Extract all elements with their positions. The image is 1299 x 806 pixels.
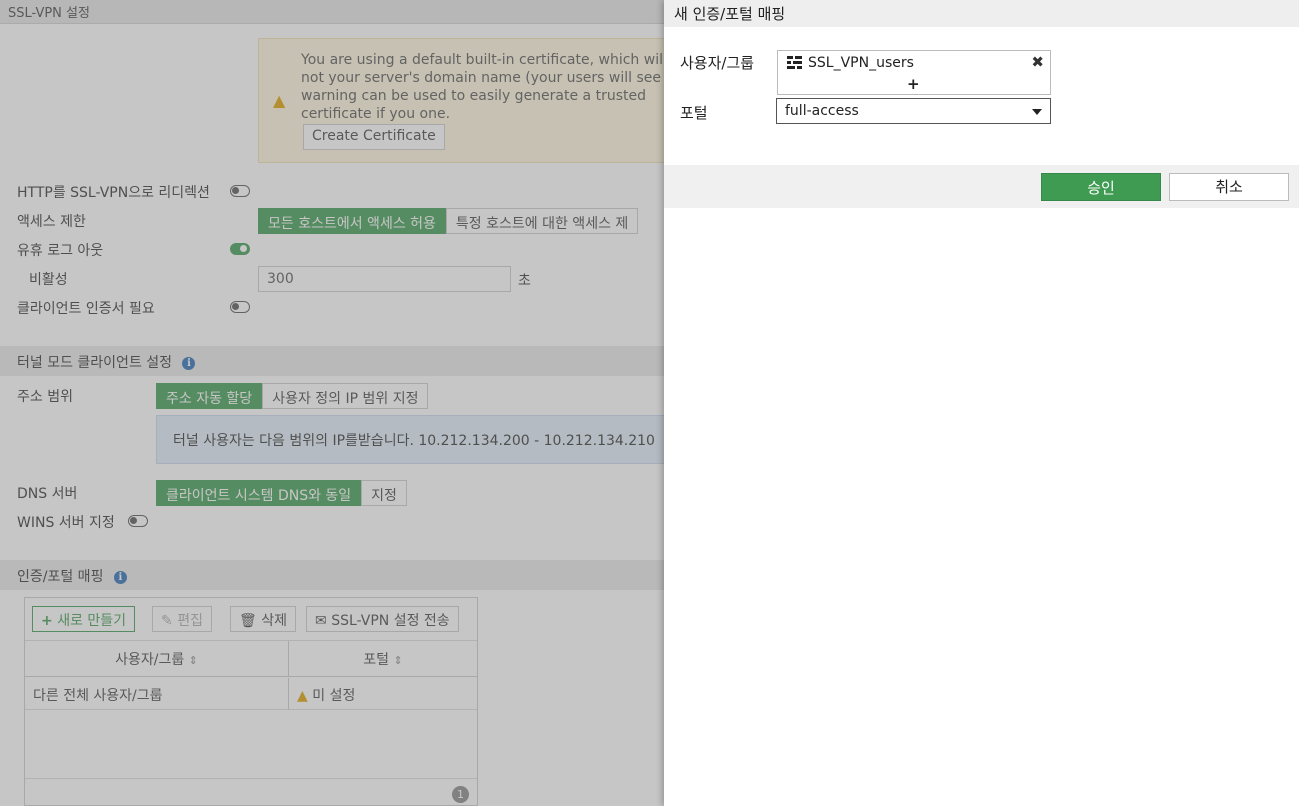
portal-selected-value: full-access	[785, 103, 859, 119]
portal-label: 포털	[680, 104, 708, 122]
ok-button[interactable]: 승인	[1041, 173, 1161, 201]
user-group-icon	[787, 56, 802, 69]
portal-select[interactable]: full-access	[776, 98, 1051, 124]
chevron-down-icon	[1032, 109, 1042, 115]
modal-overlay[interactable]	[0, 0, 664, 806]
panel-title: 새 인증/포털 매핑	[664, 0, 1299, 27]
user-group-label: 사용자/그룹	[680, 54, 755, 72]
user-group-chip: SSL_VPN_users	[808, 55, 914, 71]
user-group-field[interactable]: SSL_VPN_users ✖ +	[777, 50, 1051, 95]
cancel-button[interactable]: 취소	[1169, 173, 1289, 201]
add-entry-icon[interactable]: +	[907, 75, 920, 93]
panel-footer: 승인 취소	[664, 165, 1299, 208]
new-mapping-panel: 새 인증/포털 매핑 사용자/그룹 SSL_VPN_users ✖ + 포털 f…	[664, 0, 1299, 806]
remove-chip-icon[interactable]: ✖	[1031, 53, 1044, 71]
